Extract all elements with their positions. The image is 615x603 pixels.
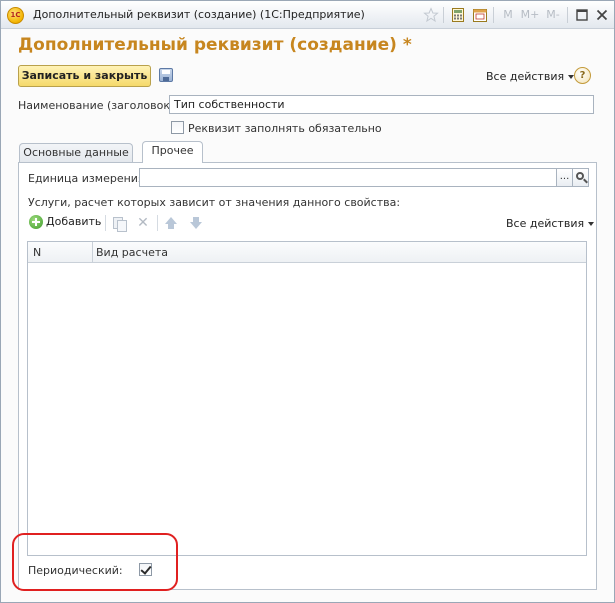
- help-button[interactable]: ?: [574, 67, 591, 84]
- toolbar-separator: [105, 215, 106, 231]
- periodic-label: Периодический:: [28, 564, 123, 577]
- add-label: Добавить: [46, 215, 102, 228]
- close-icon[interactable]: [594, 7, 610, 23]
- tab-other[interactable]: Прочее: [142, 141, 203, 163]
- titlebar-separator: [567, 7, 568, 23]
- move-up-icon[interactable]: [164, 216, 178, 230]
- calendar-icon[interactable]: [472, 7, 488, 23]
- titlebar-separator: [493, 7, 494, 23]
- memory-m-button[interactable]: M: [501, 7, 515, 23]
- unit-label: Единица измерения:: [28, 172, 149, 185]
- window-title: Дополнительный реквизит (создание) (1С:П…: [33, 8, 365, 21]
- services-label: Услуги, расчет которых зависит от значен…: [28, 196, 401, 209]
- form-window: 1С Дополнительный реквизит (создание) (1…: [0, 0, 615, 603]
- chevron-down-icon: [588, 222, 595, 226]
- periodic-checkbox[interactable]: [139, 563, 152, 576]
- services-table[interactable]: N Вид расчета: [27, 241, 587, 556]
- toolbar-separator: [157, 215, 158, 231]
- table-all-actions-label: Все действия: [506, 217, 585, 230]
- titlebar-separator: [443, 7, 444, 23]
- required-label: Реквизит заполнять обязательно: [188, 122, 382, 135]
- required-checkbox[interactable]: [171, 121, 184, 134]
- unit-select-button[interactable]: ...: [556, 168, 573, 187]
- app-logo-icon: 1С: [7, 7, 24, 24]
- save-and-close-button[interactable]: Записать и закрыть: [18, 65, 151, 87]
- copy-icon[interactable]: [112, 216, 127, 232]
- name-label: Наименование (заголовок):: [18, 99, 178, 112]
- add-icon: [29, 215, 43, 229]
- favorite-star-icon[interactable]: [423, 7, 439, 23]
- title-bar: 1С Дополнительный реквизит (создание) (1…: [1, 1, 614, 29]
- search-icon-handle: [583, 178, 588, 184]
- all-actions-label: Все действия: [486, 70, 565, 83]
- name-input[interactable]: Тип собственности: [169, 95, 594, 114]
- memory-plus-button[interactable]: M+: [520, 7, 540, 23]
- unit-search-button[interactable]: [572, 168, 589, 187]
- save-floppy-icon[interactable]: [159, 68, 173, 82]
- maximize-icon[interactable]: [574, 7, 590, 23]
- column-header-calc-type[interactable]: Вид расчета: [92, 242, 586, 263]
- table-all-actions-menu[interactable]: Все действия: [506, 217, 595, 230]
- tab-main-data[interactable]: Основные данные: [19, 143, 133, 162]
- table-header: N Вид расчета: [28, 242, 586, 263]
- calculator-icon[interactable]: [450, 7, 466, 23]
- move-down-icon[interactable]: [189, 216, 203, 230]
- memory-minus-button[interactable]: M-: [543, 7, 563, 23]
- unit-input[interactable]: [139, 168, 558, 187]
- all-actions-menu[interactable]: Все действия: [486, 70, 575, 83]
- column-header-n[interactable]: N: [28, 242, 92, 263]
- add-button[interactable]: Добавить: [29, 215, 101, 233]
- delete-icon[interactable]: ✕: [136, 216, 150, 230]
- page-title: Дополнительный реквизит (создание) *: [18, 35, 412, 55]
